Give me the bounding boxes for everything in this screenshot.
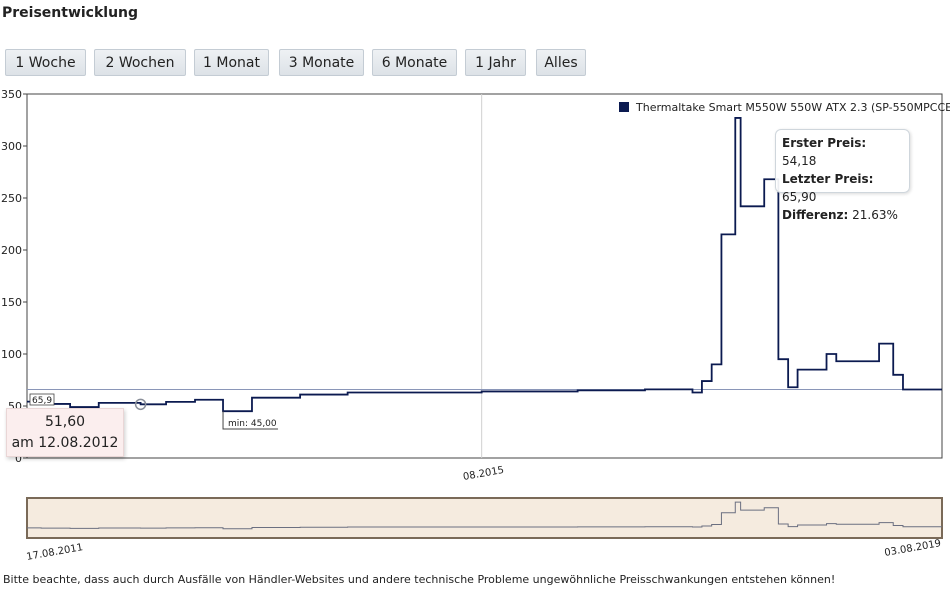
range-navigator[interactable]: 17.08.2011 03.08.2019 xyxy=(26,497,943,563)
price-tooltip: Erster Preis: 54,18 Letzter Preis: 65,90… xyxy=(775,129,910,222)
svg-text:65,9: 65,9 xyxy=(32,396,52,406)
disclaimer-note: Bitte beachte, dass auch durch Ausfälle … xyxy=(3,573,836,586)
range-button-1-week[interactable]: 1 Woche xyxy=(5,49,86,76)
range-button-all[interactable]: Alles xyxy=(536,49,586,76)
y-tick-label: 200 xyxy=(1,244,22,257)
hover-price-label: 51,60 am 12.08.2012 xyxy=(6,408,124,457)
range-button-2-weeks[interactable]: 2 Wochen xyxy=(94,49,186,76)
range-button-1-year[interactable]: 1 Jahr xyxy=(465,49,526,76)
range-button-1-month[interactable]: 1 Monat xyxy=(194,49,269,76)
x-axis: 08.2015 xyxy=(462,465,505,483)
y-tick-label: 350 xyxy=(1,88,22,101)
current-price-label: 65,9 xyxy=(29,393,55,406)
x-tick-label: 08.2015 xyxy=(462,465,505,483)
y-tick-label: 100 xyxy=(1,348,22,361)
svg-text:min: 45,00: min: 45,00 xyxy=(228,419,277,429)
legend-swatch xyxy=(619,102,629,112)
hover-price: 51,60 xyxy=(44,414,86,430)
range-button-6-months[interactable]: 6 Monate xyxy=(372,49,457,76)
legend-label: Thermaltake Smart M550W 550W ATX 2.3 (SP… xyxy=(635,101,950,114)
y-tick-label: 300 xyxy=(1,140,22,153)
hover-date: am 12.08.2012 xyxy=(11,435,119,451)
navigator-start-label: 17.08.2011 xyxy=(26,542,84,563)
y-tick-label: 250 xyxy=(1,192,22,205)
navigator-end-label: 03.08.2019 xyxy=(884,538,942,559)
page-title: Preisentwicklung xyxy=(2,5,139,21)
range-button-3-months[interactable]: 3 Monate xyxy=(279,49,364,76)
chart-legend: Thermaltake Smart M550W 550W ATX 2.3 (SP… xyxy=(619,101,950,114)
y-tick-label: 150 xyxy=(1,296,22,309)
